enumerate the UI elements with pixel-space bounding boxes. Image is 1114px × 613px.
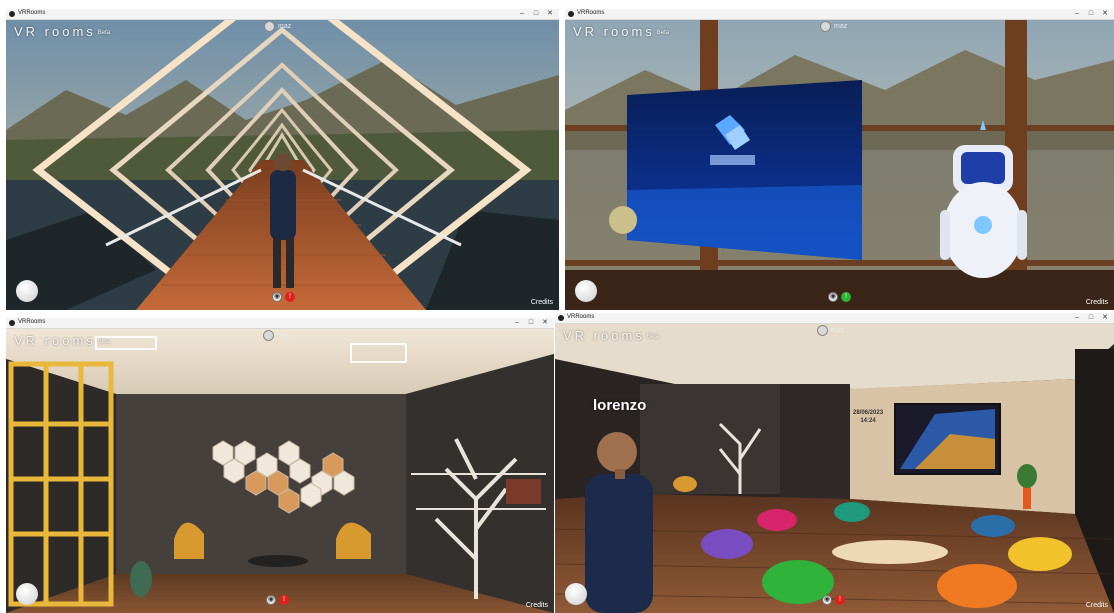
title-bar: VRRooms – □ ✕ bbox=[565, 9, 1114, 20]
user-badge: maz bbox=[263, 330, 290, 341]
camera-icon[interactable]: ◉ bbox=[822, 595, 832, 605]
vr-window-screen-robot: VRRooms – □ ✕ VR rooms Beta maz ◉ ! Cred… bbox=[565, 9, 1114, 310]
app-icon bbox=[9, 11, 15, 17]
maximize-button[interactable]: □ bbox=[529, 9, 543, 19]
minimize-button[interactable]: – bbox=[1070, 313, 1084, 323]
maximize-button[interactable]: □ bbox=[524, 318, 538, 328]
media-controls: ◉ ! bbox=[822, 595, 845, 605]
media-controls: ◉ ! bbox=[266, 595, 289, 605]
media-controls: ◉ ! bbox=[828, 292, 851, 302]
camera-icon[interactable]: ◉ bbox=[266, 595, 276, 605]
user-badge: maz bbox=[264, 21, 291, 32]
credits-link[interactable]: Credits bbox=[1086, 602, 1108, 609]
brand-logo: VR rooms Beta bbox=[14, 24, 111, 39]
credits-link[interactable]: Credits bbox=[526, 602, 548, 609]
credits-link[interactable]: Credits bbox=[531, 299, 553, 306]
wall-clock-display: 28/06/2023 14:24 bbox=[853, 409, 883, 425]
brand-logo: VR rooms Beta bbox=[14, 333, 111, 348]
close-button[interactable]: ✕ bbox=[1098, 9, 1112, 19]
credits-link[interactable]: Credits bbox=[1086, 299, 1108, 306]
user-avatar-icon bbox=[817, 325, 828, 336]
media-controls: ◉ ! bbox=[272, 292, 295, 302]
user-avatar-icon bbox=[263, 330, 274, 341]
scene-viewport[interactable] bbox=[6, 20, 559, 310]
close-button[interactable]: ✕ bbox=[538, 318, 552, 328]
user-badge: maz bbox=[817, 325, 844, 336]
joystick-icon[interactable] bbox=[565, 583, 587, 605]
minimize-button[interactable]: – bbox=[515, 9, 529, 19]
clock-time: 14:24 bbox=[860, 418, 876, 424]
window-title: VRRooms bbox=[577, 10, 605, 16]
joystick-icon[interactable] bbox=[575, 280, 597, 302]
vr-window-lounge: VRRooms – □ ✕ VR rooms Beta maz lorenzo … bbox=[555, 313, 1114, 613]
title-bar: VRRooms – □ ✕ bbox=[6, 9, 559, 20]
window-title: VRRooms bbox=[567, 314, 595, 320]
app-icon bbox=[558, 315, 564, 321]
microphone-icon[interactable]: ! bbox=[285, 292, 295, 302]
lounge-scene-illustration bbox=[555, 324, 1114, 613]
screen-robot-scene-illustration bbox=[565, 20, 1114, 310]
minimize-button[interactable]: – bbox=[1070, 9, 1084, 19]
app-icon bbox=[9, 320, 15, 326]
maximize-button[interactable]: □ bbox=[1084, 9, 1098, 19]
scene-viewport[interactable] bbox=[565, 20, 1114, 310]
microphone-icon[interactable]: ! bbox=[279, 595, 289, 605]
joystick-icon[interactable] bbox=[16, 280, 38, 302]
camera-icon[interactable]: ◉ bbox=[272, 292, 282, 302]
scene-viewport[interactable] bbox=[6, 329, 554, 613]
maximize-button[interactable]: □ bbox=[1084, 313, 1098, 323]
camera-icon[interactable]: ◉ bbox=[828, 292, 838, 302]
library-scene-illustration bbox=[6, 329, 554, 613]
brand-logo: VR rooms Beta bbox=[563, 328, 660, 343]
avatar-name-label: lorenzo bbox=[593, 397, 647, 414]
microphone-icon[interactable]: ! bbox=[841, 292, 851, 302]
vr-window-bridge: VRRooms – □ ✕ VR rooms Beta maz ◉ ! Cred… bbox=[6, 9, 559, 310]
microphone-icon[interactable]: ! bbox=[835, 595, 845, 605]
close-button[interactable]: ✕ bbox=[1098, 313, 1112, 323]
brand-logo: VR rooms Beta bbox=[573, 24, 670, 39]
vr-window-library: VRRooms – □ ✕ VR rooms Beta maz ◉ ! Cred… bbox=[6, 318, 554, 613]
app-icon bbox=[568, 11, 574, 17]
joystick-icon[interactable] bbox=[16, 583, 38, 605]
bridge-scene-illustration bbox=[6, 20, 559, 310]
clock-date: 28/06/2023 bbox=[853, 410, 884, 416]
close-button[interactable]: ✕ bbox=[543, 9, 557, 19]
scene-viewport[interactable] bbox=[555, 324, 1114, 613]
window-title: VRRooms bbox=[18, 10, 46, 16]
user-badge: maz bbox=[820, 21, 847, 32]
title-bar: VRRooms – □ ✕ bbox=[6, 318, 554, 329]
window-title: VRRooms bbox=[18, 319, 46, 325]
user-avatar-icon bbox=[264, 21, 275, 32]
title-bar: VRRooms – □ ✕ bbox=[555, 313, 1114, 324]
user-avatar-icon bbox=[820, 21, 831, 32]
minimize-button[interactable]: – bbox=[510, 318, 524, 328]
